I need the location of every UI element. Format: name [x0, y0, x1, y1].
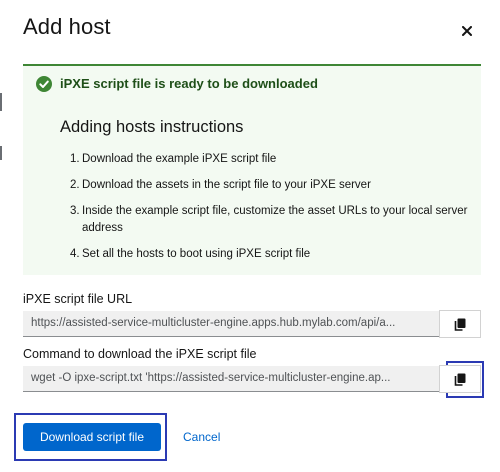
instructions-list: 1. Download the example iPXE script file…	[60, 151, 471, 263]
step-text: Set all the hosts to boot using iPXE scr…	[82, 248, 311, 260]
step-number: 2.	[70, 179, 80, 191]
add-host-modal: Add host iPXE script file is ready to be…	[0, 0, 500, 472]
step-text: Download the assets in the script file t…	[82, 179, 371, 191]
command-label: Command to download the iPXE script file	[23, 347, 257, 361]
step-text: Download the example iPXE script file	[82, 153, 277, 165]
instruction-step: 4. Set all the hosts to boot using iPXE …	[60, 246, 471, 263]
copy-command-button[interactable]	[439, 365, 481, 393]
success-alert: iPXE script file is ready to be download…	[23, 64, 481, 275]
cancel-button[interactable]: Cancel	[183, 430, 220, 444]
step-number: 4.	[70, 248, 80, 260]
step-number: 1.	[70, 153, 80, 165]
copy-icon	[454, 373, 466, 386]
script-url-field[interactable]: https://assisted-service-multicluster-en…	[23, 311, 439, 337]
copy-icon	[454, 318, 466, 331]
step-text: Inside the example script file, customiz…	[82, 205, 468, 234]
modal-title: Add host	[23, 14, 111, 39]
instruction-step: 2. Download the assets in the script fil…	[60, 177, 471, 194]
alert-title: iPXE script file is ready to be download…	[60, 76, 318, 91]
close-button[interactable]	[458, 22, 476, 40]
check-circle-icon	[36, 76, 52, 92]
instruction-step: 3. Inside the example script file, custo…	[60, 203, 471, 237]
script-url-label: iPXE script file URL	[23, 292, 133, 306]
copy-script-url-button[interactable]	[439, 310, 481, 338]
command-field[interactable]: wget -O ipxe-script.txt 'https://assiste…	[23, 366, 439, 392]
download-script-button[interactable]: Download script file	[23, 423, 161, 451]
instructions-title: Adding hosts instructions	[60, 118, 244, 136]
close-icon	[462, 26, 472, 36]
instruction-step: 1. Download the example iPXE script file	[60, 151, 471, 168]
step-number: 3.	[70, 205, 80, 217]
instructions: Adding hosts instructions 1. Download th…	[60, 118, 471, 272]
backdrop-edge	[0, 0, 4, 472]
